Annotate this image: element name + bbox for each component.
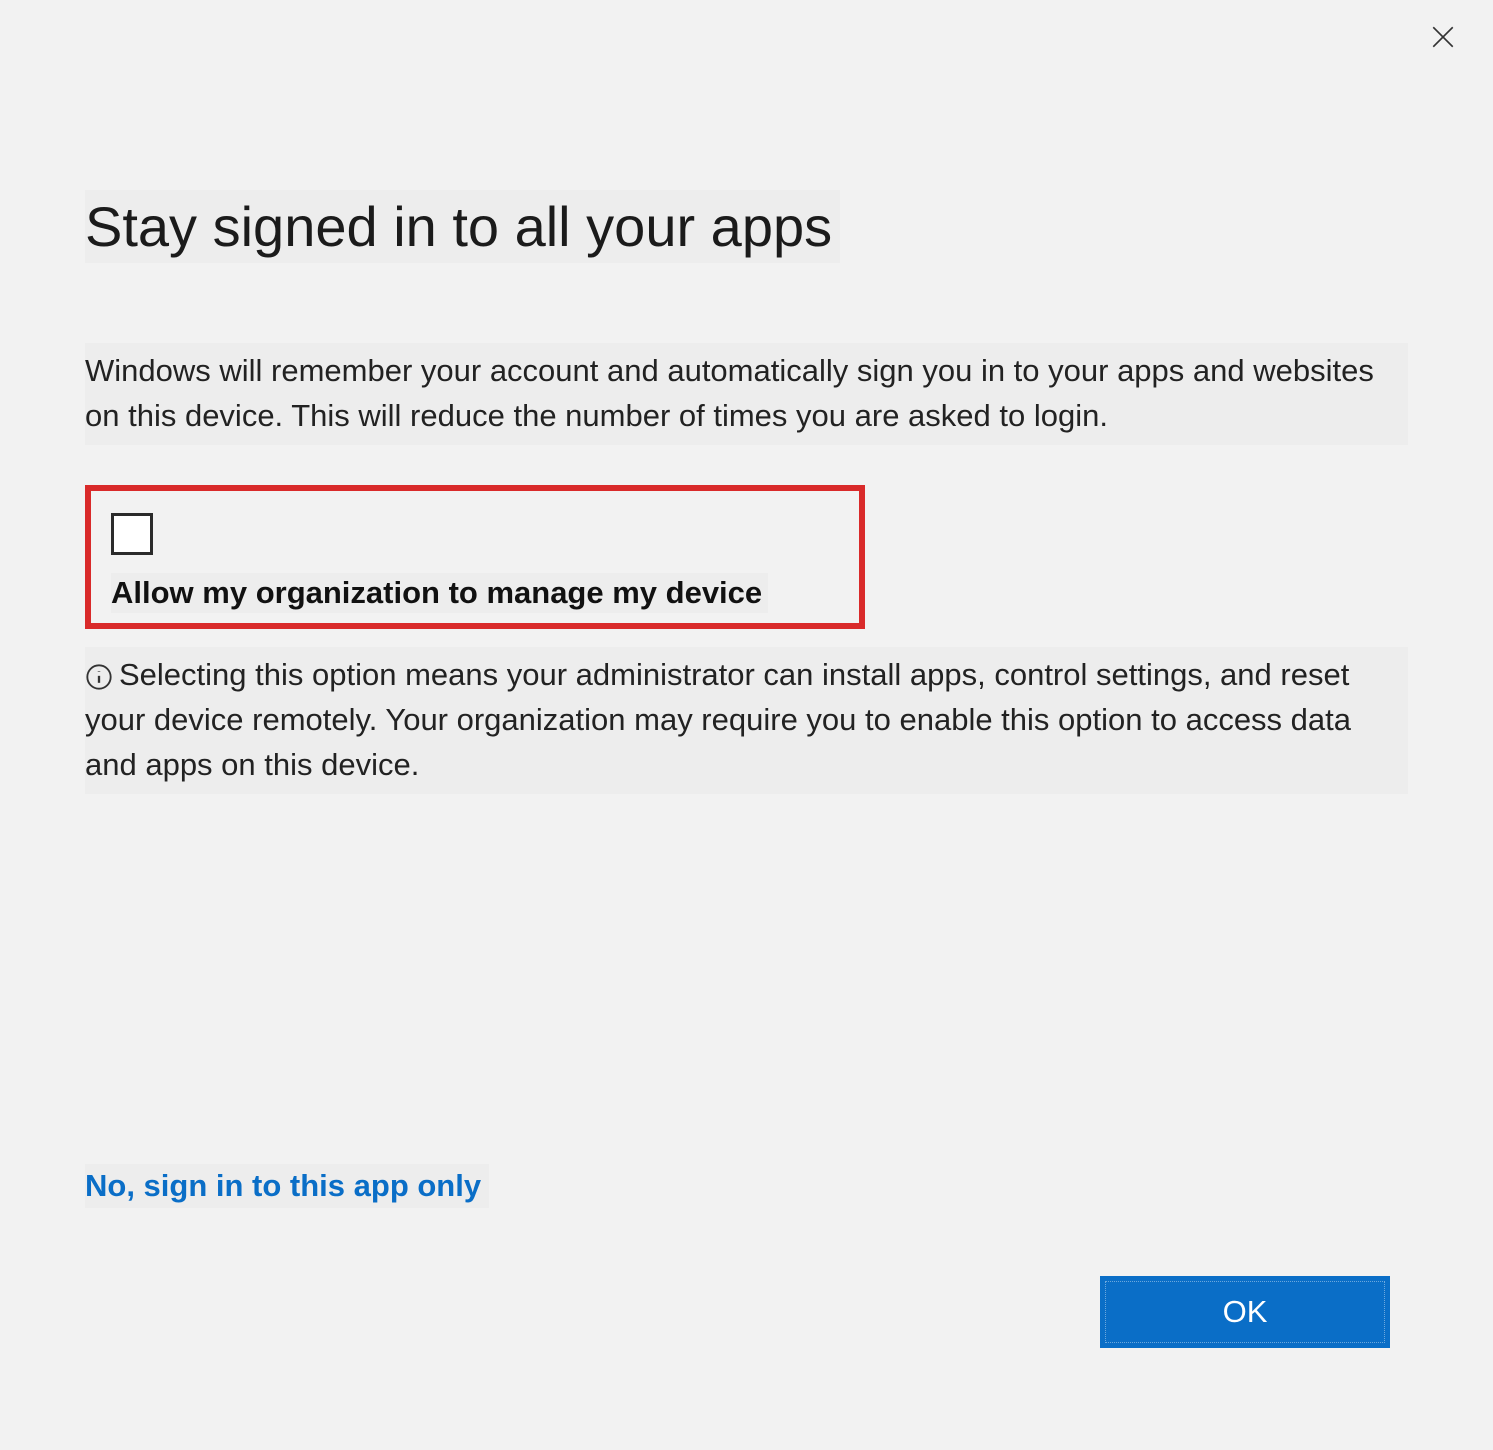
allow-manage-checkbox-label: Allow my organization to manage my devic… [111, 573, 768, 613]
dialog-title: Stay signed in to all your apps [85, 190, 840, 263]
stay-signed-in-dialog: Stay signed in to all your apps Windows … [0, 0, 1493, 1450]
dialog-description: Windows will remember your account and a… [85, 343, 1408, 445]
checkbox-row: Allow my organization to manage my devic… [111, 513, 839, 613]
button-row: OK [85, 1276, 1408, 1348]
highlight-box: Allow my organization to manage my devic… [85, 485, 865, 629]
info-text-content: Selecting this option means your adminis… [85, 657, 1351, 782]
allow-manage-checkbox[interactable] [111, 513, 153, 555]
dialog-content: Stay signed in to all your apps Windows … [0, 0, 1493, 1348]
info-icon [85, 663, 113, 691]
info-text: Selecting this option means your adminis… [85, 647, 1408, 794]
close-icon [1430, 24, 1456, 53]
ok-button[interactable]: OK [1100, 1276, 1390, 1348]
sign-in-app-only-link[interactable]: No, sign in to this app only [85, 1164, 489, 1208]
close-button[interactable] [1423, 18, 1463, 58]
